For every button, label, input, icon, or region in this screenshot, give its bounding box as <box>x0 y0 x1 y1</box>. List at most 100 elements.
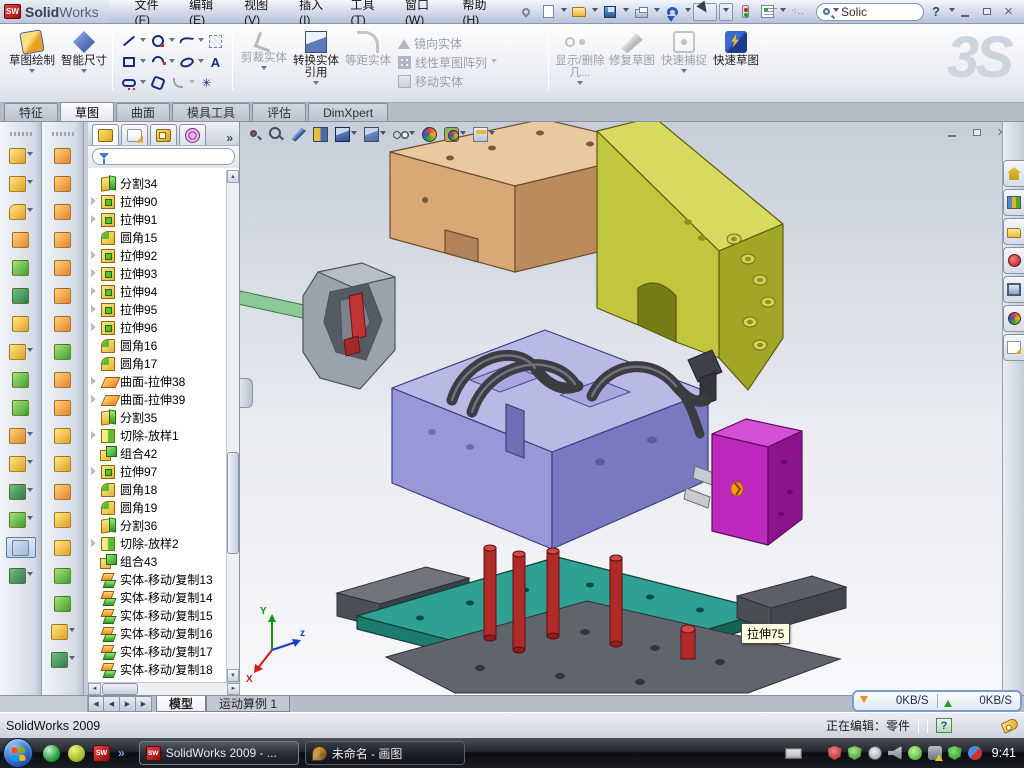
hide-show-items-button[interactable] <box>391 124 417 144</box>
tree-item[interactable]: 曲面-拉伸38 <box>88 372 226 390</box>
menu-item-4[interactable]: 工具(T) <box>338 0 392 23</box>
sketch-picture-icon[interactable] <box>207 33 224 50</box>
tab-model[interactable]: 模型 <box>156 696 206 712</box>
tag-icon[interactable] <box>1000 717 1019 734</box>
surface-fill-button[interactable] <box>48 285 78 306</box>
cmd-tab-3[interactable]: 模具工具 <box>172 103 250 121</box>
smart-dimension-button[interactable]: 智能尺寸 <box>58 28 110 96</box>
scroll-up-icon[interactable]: ▲ <box>227 170 239 183</box>
tab-dimxpert-manager[interactable] <box>179 124 206 145</box>
tab-scroll-next-icon[interactable]: ▶ <box>120 696 136 712</box>
updater-icon[interactable] <box>908 746 922 760</box>
surface-revolve-button[interactable] <box>48 173 78 194</box>
surface-thicken-button[interactable] <box>48 593 78 614</box>
tab-scroll-first-icon[interactable]: ◀ <box>88 696 104 712</box>
extruded-cut-button[interactable] <box>6 173 36 194</box>
rectangle-tool-icon[interactable] <box>120 54 137 71</box>
tab-scroll-prev-icon[interactable]: ◀ <box>104 696 120 712</box>
polygon-tool-icon[interactable] <box>149 75 166 92</box>
spline-tool-icon[interactable] <box>178 33 195 50</box>
line-tool-icon[interactable] <box>120 33 137 50</box>
menu-item-6[interactable]: 帮助(H) <box>451 0 507 23</box>
tree-item[interactable]: 分割35 <box>88 408 226 426</box>
tree-item[interactable]: 拉伸92 <box>88 246 226 264</box>
scroll-down-icon[interactable]: ▼ <box>227 669 239 682</box>
tree-item[interactable]: 拉伸93 <box>88 264 226 282</box>
cmd-tab-2[interactable]: 曲面 <box>116 103 170 121</box>
tabs-overflow-icon[interactable]: » <box>222 131 237 145</box>
menu-item-1[interactable]: 编辑(E) <box>177 0 232 23</box>
surface-boundary-button[interactable] <box>48 257 78 278</box>
open-icon[interactable] <box>569 3 589 21</box>
tab-appearances[interactable] <box>1003 305 1024 332</box>
convert-entities-button[interactable]: 转换实体引用 <box>290 28 342 96</box>
offset-entities-button[interactable]: 等距实体 <box>342 28 394 96</box>
expand-arrow-icon[interactable] <box>90 467 100 475</box>
tree-item[interactable]: 组合43 <box>88 552 226 570</box>
menu-item-5[interactable]: 窗口(W) <box>393 0 451 23</box>
menu-item-3[interactable]: 插入(I) <box>287 0 338 23</box>
surface-delete-button[interactable] <box>48 509 78 530</box>
messenger-quicklaunch-icon[interactable] <box>43 745 60 762</box>
options-icon[interactable] <box>757 3 777 21</box>
select-icon[interactable] <box>693 3 717 21</box>
scroll-thumb[interactable] <box>227 452 239 554</box>
draft-button[interactable] <box>6 397 36 418</box>
sketch-fillet-icon[interactable] <box>169 75 186 92</box>
help-icon[interactable]: ? <box>926 3 946 21</box>
tree-item[interactable]: 实体-移动/复制14 <box>88 588 226 606</box>
surface-loft-button[interactable] <box>48 229 78 250</box>
tree-item[interactable]: 拉伸94 <box>88 282 226 300</box>
tree-item[interactable]: 组合42 <box>88 444 226 462</box>
reference-geometry-button[interactable] <box>6 481 36 502</box>
linear-pattern-button[interactable] <box>6 341 36 362</box>
tab-solidworks-resources[interactable] <box>1003 160 1024 187</box>
tree-item[interactable]: 实体-移动/复制18 <box>88 660 226 678</box>
ellipse-tool-icon[interactable] <box>178 54 195 71</box>
badge-icon[interactable] <box>868 746 882 760</box>
move-entities-button[interactable]: 移动实体 <box>398 73 497 89</box>
expand-arrow-icon[interactable] <box>90 539 100 547</box>
tree-item[interactable]: 圆角15 <box>88 228 226 246</box>
expand-arrow-icon[interactable] <box>90 287 100 295</box>
tab-design-library[interactable] <box>1003 189 1024 216</box>
expand-arrow-icon[interactable] <box>90 431 100 439</box>
tree-item[interactable]: 拉伸91 <box>88 210 226 228</box>
circle-tool-icon[interactable] <box>149 33 166 50</box>
tab-file-explorer[interactable] <box>1003 218 1024 245</box>
search-dropdown-icon[interactable] <box>833 8 839 15</box>
tree-item[interactable]: 拉伸95 <box>88 300 226 318</box>
surface-radiate-button[interactable] <box>48 369 78 390</box>
surface-trim-button[interactable] <box>48 425 78 446</box>
expand-arrow-icon[interactable] <box>90 305 100 313</box>
tree-item[interactable]: 实体-移动/复制15 <box>88 606 226 624</box>
planar-surface-button[interactable] <box>48 313 78 334</box>
surface-extend-button[interactable] <box>48 481 78 502</box>
surface-untrim-button[interactable] <box>48 453 78 474</box>
display-style-button[interactable] <box>362 124 388 144</box>
tree-item[interactable]: 分割34 <box>88 174 226 192</box>
sketch-text-icon[interactable]: A <box>207 54 224 71</box>
pin-icon[interactable] <box>516 3 536 21</box>
boss-extrude-button[interactable] <box>6 145 36 166</box>
menu-item-0[interactable]: 文件(F) <box>123 0 177 23</box>
scroll-right-icon[interactable]: ► <box>227 683 240 695</box>
surface-mid-button[interactable] <box>48 565 78 586</box>
tree-item[interactable]: 实体-移动/复制17 <box>88 642 226 660</box>
surface-sweep-button[interactable] <box>48 201 78 222</box>
taskbar-item-solidworks[interactable]: SW SolidWorks 2009 - ... <box>139 741 299 765</box>
restore-button[interactable] <box>977 4 996 20</box>
surface-extrude-button[interactable] <box>48 145 78 166</box>
fillet-button[interactable] <box>6 201 36 222</box>
protection-icon[interactable] <box>948 746 962 760</box>
taskbar-clock[interactable]: 9:41 <box>992 746 1016 760</box>
tree-item[interactable]: 实体-移动/复制13 <box>88 570 226 588</box>
quick-tips-icon[interactable]: ? <box>936 718 952 733</box>
graphics-viewport[interactable]: Y z X <box>240 122 1002 695</box>
tree-item[interactable]: 拉伸96 <box>88 318 226 336</box>
sketch-button[interactable]: 草图绘制 <box>6 28 58 96</box>
shell-button[interactable] <box>6 425 36 446</box>
rapid-sketch-button[interactable]: 快速草图 <box>710 28 762 96</box>
revolved-cut-button[interactable] <box>6 285 36 306</box>
view-orientation-button[interactable] <box>333 124 359 144</box>
